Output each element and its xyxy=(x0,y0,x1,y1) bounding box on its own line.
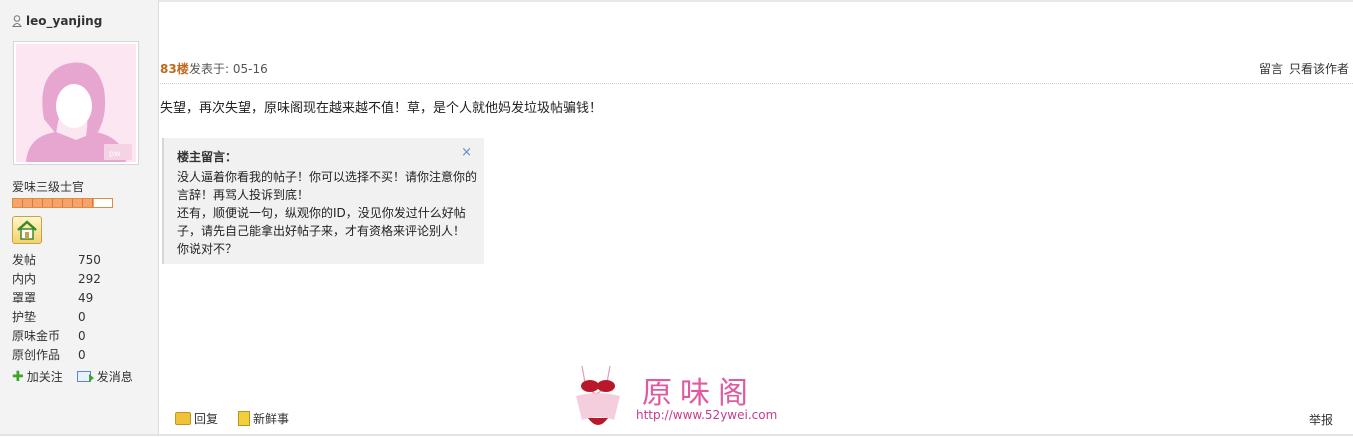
rank-progress-fill xyxy=(13,199,95,207)
stat-label: 原味金币 xyxy=(12,329,61,343)
follow-button[interactable]: ✚ 加关注 xyxy=(12,368,63,385)
top-divider xyxy=(158,0,1353,2)
news-button[interactable]: 新鲜事 xyxy=(238,410,289,427)
stat-row: 护垫 0 xyxy=(12,308,101,327)
watermark-name: 原味阁 xyxy=(642,376,756,411)
post-content: 失望，再次失望，原味阁现在越来越不值！草，是个人就他妈发垃圾帖骗钱！ xyxy=(160,101,603,116)
stat-label: 护垫 xyxy=(12,310,37,324)
bottom-divider xyxy=(0,434,1353,436)
post-footer-actions: 回复 新鲜事 xyxy=(175,410,289,427)
post-header: 83楼 发表于: 05-16 留言 只看该作者 xyxy=(160,59,1353,84)
comment-link[interactable]: 留言 xyxy=(1259,60,1283,77)
stat-value: 0 xyxy=(78,310,86,324)
reply-icon xyxy=(175,412,191,425)
news-label: 新鲜事 xyxy=(253,412,290,426)
avatar-badge: pw xyxy=(109,149,121,158)
post-floor: leo_yanjing pw 爱味三级士官 发帖 750 内内 292 罩罩 4… xyxy=(0,0,1353,438)
stat-value: 750 xyxy=(78,253,101,267)
send-message-button[interactable]: 发消息 xyxy=(76,368,133,385)
user-sidebar: leo_yanjing pw 爱味三级士官 发帖 750 内内 292 罩罩 4… xyxy=(0,0,159,436)
owner-comment-title: 楼主留言： xyxy=(177,150,238,164)
comment-line: 言辞！再骂人投诉到底！ xyxy=(177,188,310,202)
rank-progress-bar xyxy=(12,198,113,208)
home-icon[interactable] xyxy=(12,216,42,244)
stat-label: 发帖 xyxy=(12,253,37,267)
user-actions: ✚ 加关注 发消息 xyxy=(12,368,133,385)
stat-label: 原创作品 xyxy=(12,348,61,362)
comment-line: 还有，顺便说一句，纵观你的ID，没见你发过什么好帖 xyxy=(177,206,466,220)
stat-row: 内内 292 xyxy=(12,270,101,289)
user-icon xyxy=(12,15,22,27)
message-icon xyxy=(76,371,94,382)
comment-line: 你说对不？ xyxy=(177,242,238,256)
news-icon xyxy=(238,411,251,426)
comment-line: 没人逼着你看我的帖子！你可以选择不买！请你注意你的 xyxy=(177,170,478,184)
stat-row: 罩罩 49 xyxy=(12,289,101,308)
only-author-link[interactable]: 只看该作者 xyxy=(1289,60,1349,77)
watermark-url: http://www.52ywei.com xyxy=(636,408,778,422)
message-label: 发消息 xyxy=(96,370,133,384)
owner-comment-text: 没人逼着你看我的帖子！你可以选择不买！请你注意你的 言辞！再骂人投诉到底！ 还有… xyxy=(177,168,477,258)
stat-label: 内内 xyxy=(12,272,37,286)
stat-row: 原创作品 0 xyxy=(12,346,101,365)
stat-row: 发帖 750 xyxy=(12,251,101,270)
reply-button[interactable]: 回复 xyxy=(175,410,218,427)
floor-number[interactable]: 83楼 xyxy=(160,60,189,77)
stat-value: 292 xyxy=(78,272,101,286)
follow-label: 加关注 xyxy=(26,370,63,384)
post-time: 发表于: 05-16 xyxy=(189,62,268,76)
stat-label: 罩罩 xyxy=(12,291,37,305)
avatar-image: pw xyxy=(16,44,136,162)
user-stats: 发帖 750 内内 292 罩罩 49 护垫 0 原味金币 0 原创作品 0 xyxy=(12,251,101,365)
stat-value: 0 xyxy=(78,348,86,362)
avatar[interactable]: pw xyxy=(13,41,139,165)
username-link[interactable]: leo_yanjing xyxy=(12,14,102,28)
stat-row: 原味金币 0 xyxy=(12,327,101,346)
reply-label: 回复 xyxy=(194,412,219,426)
comment-line: 子，请先自己能拿出好帖子来，才有资格来评论别人！ xyxy=(177,224,466,238)
plus-icon: ✚ xyxy=(12,368,24,385)
post-header-links: 留言 只看该作者 xyxy=(1259,60,1349,77)
report-link[interactable]: 举报 xyxy=(1309,411,1333,428)
rank-title: 爱味三级士官 xyxy=(12,180,85,194)
username: leo_yanjing xyxy=(26,14,103,28)
owner-comment-box: 楼主留言： × 没人逼着你看我的帖子！你可以选择不买！请你注意你的 言辞！再骂人… xyxy=(162,138,484,264)
stat-value: 49 xyxy=(78,291,94,305)
close-icon[interactable]: × xyxy=(461,145,472,160)
stat-value: 0 xyxy=(78,329,86,343)
